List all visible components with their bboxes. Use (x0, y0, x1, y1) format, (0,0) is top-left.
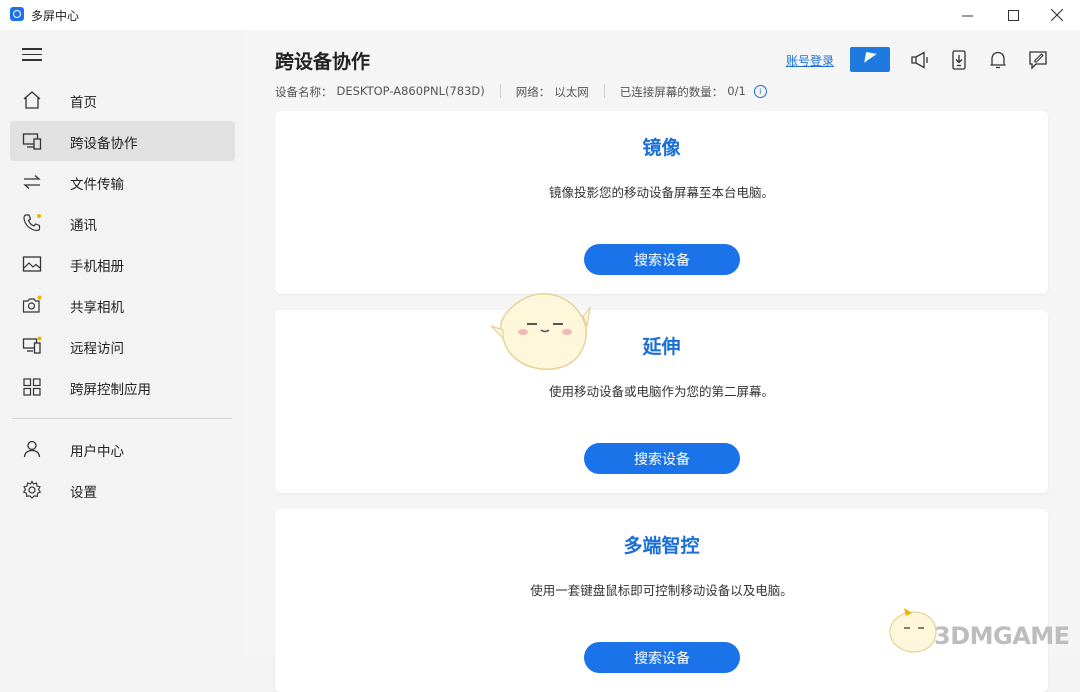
sidebar-item-label: 首页 (70, 95, 97, 111)
card-description: 使用移动设备或电脑作为您的第二屏幕。 (548, 384, 774, 399)
sidebar-item-label: 跨屏控制应用 (70, 382, 151, 398)
account-login-link[interactable]: 账号登录 (786, 52, 834, 69)
home-icon (23, 91, 41, 109)
user-icon (23, 440, 41, 458)
mascot-sticker-icon (490, 293, 591, 371)
search-device-button[interactable]: 搜索设备 (584, 244, 740, 275)
card-mirror: 镜像 镜像投影您的移动设备屏幕至本台电脑。 搜索设备 (275, 111, 1048, 294)
card-description: 镜像投影您的移动设备屏幕至本台电脑。 (548, 185, 774, 200)
new-badge-icon (37, 214, 41, 218)
photo-icon (22, 256, 42, 272)
sidebar: 首页 跨设备协作 文件传输 通讯 手机相册 共享相机 远程访问 跨屏控制应用 用… (0, 30, 243, 657)
sidebar-item-settings[interactable]: 设置 (10, 470, 235, 510)
search-device-button[interactable]: 搜索设备 (584, 642, 740, 673)
sidebar-item-file-transfer[interactable]: 文件传输 (10, 162, 235, 202)
sidebar-item-label: 远程访问 (70, 341, 124, 357)
cross-device-icon (22, 133, 42, 150)
hamburger-menu-icon[interactable] (22, 45, 42, 63)
remote-icon (22, 336, 42, 354)
download-icon[interactable] (948, 49, 970, 71)
sidebar-item-label: 手机相册 (70, 259, 124, 275)
title-bar: 多屏中心 (0, 0, 1080, 30)
device-name-label: 设备名称： (275, 85, 333, 99)
sidebar-item-user-center[interactable]: 用户中心 (10, 429, 235, 469)
card-multi-control: 多端智控 使用一套键盘鼠标即可控制移动设备以及电脑。 搜索设备 (275, 509, 1048, 692)
device-name-value: DESKTOP-A860PNL(783D) (336, 84, 485, 98)
maximize-icon (1007, 9, 1019, 21)
sidebar-item-remote-access[interactable]: 远程访问 (10, 326, 235, 366)
app-logo-icon (10, 7, 24, 21)
apps-grid-icon (23, 378, 41, 396)
sidebar-item-label: 共享相机 (70, 300, 124, 316)
sidebar-item-phone-album[interactable]: 手机相册 (10, 244, 235, 284)
close-button[interactable] (1034, 0, 1080, 30)
info-icon[interactable]: i (753, 85, 767, 98)
maximize-button[interactable] (990, 0, 1036, 30)
sidebar-item-shared-camera[interactable]: 共享相机 (10, 285, 235, 325)
minimize-icon (961, 15, 973, 16)
sidebar-item-home[interactable]: 首页 (10, 80, 235, 120)
card-title: 延伸 (642, 336, 681, 358)
page-title: 跨设备协作 (275, 51, 371, 73)
connected-screens-value: 0/1 (727, 84, 746, 98)
sidebar-item-cross-screen-apps[interactable]: 跨屏控制应用 (10, 367, 235, 407)
search-device-button[interactable]: 搜索设备 (584, 443, 740, 474)
sidebar-item-label: 设置 (70, 485, 97, 501)
new-badge-icon (37, 295, 42, 300)
camera-icon (22, 295, 42, 313)
device-info-bar: 设备名称： DESKTOP-A860PNL(783D) 网络： 以太网 已连接屏… (275, 84, 767, 100)
network-label: 网络： (515, 85, 551, 99)
info-separator (499, 84, 501, 98)
network-value: 以太网 (554, 85, 589, 99)
card-title: 镜像 (642, 137, 681, 159)
sidebar-item-label: 跨设备协作 (70, 136, 138, 152)
feedback-edit-icon[interactable] (1027, 49, 1049, 71)
sidebar-item-label: 用户中心 (70, 444, 124, 460)
minimize-button[interactable] (944, 0, 990, 30)
main-content: 跨设备协作 账号登录 设备名称： DESKTOP-A860PNL(783D) 网… (243, 30, 1080, 692)
megaphone-icon[interactable] (909, 49, 931, 71)
promo-banner-button[interactable] (850, 47, 890, 72)
card-extend: 延伸 使用移动设备或电脑作为您的第二屏幕。 搜索设备 (275, 310, 1048, 493)
watermark-text: 3DMGAME (934, 622, 1070, 650)
phone-icon (23, 214, 41, 232)
connected-screens-label: 已连接屏幕的数量： (619, 85, 724, 99)
bell-icon[interactable] (987, 49, 1009, 71)
sidebar-item-label: 通讯 (70, 218, 97, 234)
sidebar-item-label: 文件传输 (70, 177, 124, 193)
new-badge-icon (37, 336, 42, 341)
card-title: 多端智控 (623, 535, 700, 557)
close-icon (1051, 9, 1063, 21)
transfer-icon (23, 175, 41, 189)
gear-icon (22, 480, 42, 499)
sidebar-item-communication[interactable]: 通讯 (10, 203, 235, 243)
info-separator (603, 84, 605, 98)
sidebar-divider (12, 418, 232, 419)
card-description: 使用一套键盘鼠标即可控制移动设备以及电脑。 (530, 583, 793, 598)
sidebar-item-cross-device[interactable]: 跨设备协作 (10, 121, 235, 161)
app-title: 多屏中心 (31, 9, 80, 23)
